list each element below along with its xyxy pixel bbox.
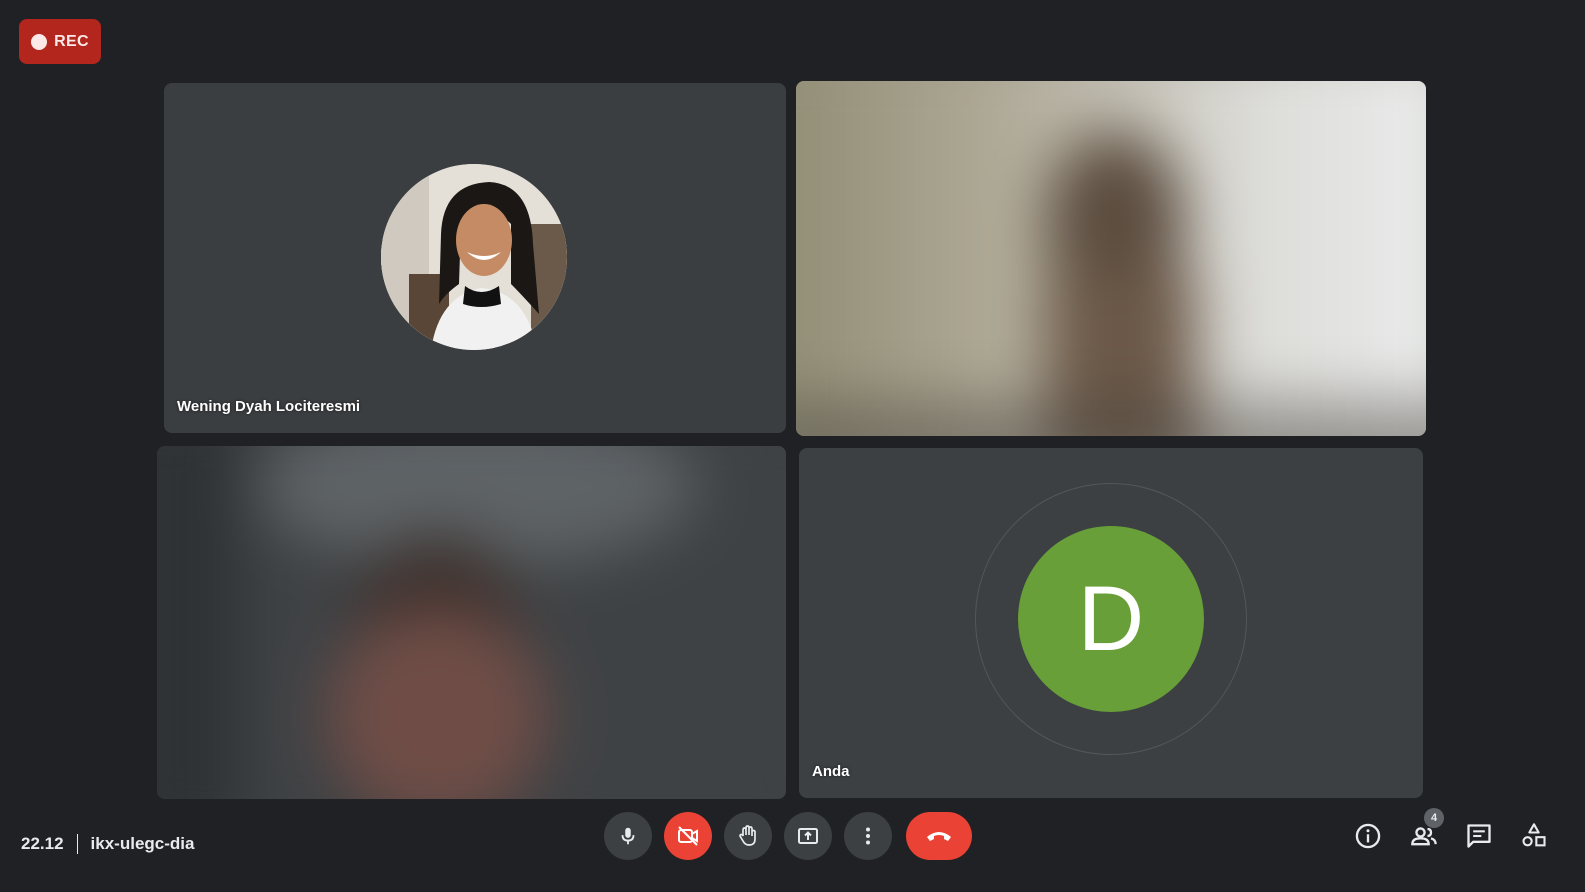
people-count-badge: 4 [1424,808,1444,828]
meet-call-screen: REC Wening Dyah Lociteresmi D Anda 22.12… [0,0,1585,892]
recording-label: REC [54,32,89,50]
chat-icon [1467,824,1491,848]
meeting-info-button[interactable] [1350,818,1386,854]
letter-avatar: D [1018,526,1204,712]
end-call-icon [927,832,951,841]
more-options-button[interactable] [844,812,892,860]
microphone-button[interactable] [604,812,652,860]
present-icon [798,828,818,844]
info-icon [1355,823,1381,849]
record-dot-icon [31,33,48,50]
recording-badge: REC [19,19,101,64]
participant-video-tile[interactable] [796,81,1426,436]
mic-icon [621,827,635,845]
present-button[interactable] [784,812,832,860]
meeting-code: ikx-ulegc-dia [90,834,195,853]
divider [76,834,78,854]
participant-name: Wening Dyah Lociteresmi [177,398,361,415]
leave-call-button[interactable] [906,812,972,860]
participant-name: Anda [812,763,850,780]
participant-tile[interactable]: Wening Dyah Lociteresmi [164,83,786,433]
people-button[interactable]: 4 [1406,808,1444,854]
camera-toggle-button[interactable] [664,812,712,860]
participant-avatar-photo [381,164,567,350]
participant-video-tile[interactable] [157,446,786,799]
self-tile[interactable]: D Anda [799,448,1423,798]
activities-icon [1522,823,1546,847]
activities-button[interactable] [1516,818,1552,854]
meeting-toolbar: 22.12 ikx-ulegc-dia 4 [0,808,1585,892]
more-vert-icon [866,827,870,845]
hand-icon [739,825,756,846]
meeting-details: 22.12 ikx-ulegc-dia [21,834,194,854]
chat-button[interactable] [1461,818,1497,854]
raise-hand-button[interactable] [724,812,772,860]
participant-video-feed [796,81,1426,436]
camera-off-icon [678,826,698,846]
participant-video-feed [157,446,786,799]
current-time: 22.12 [21,834,64,853]
